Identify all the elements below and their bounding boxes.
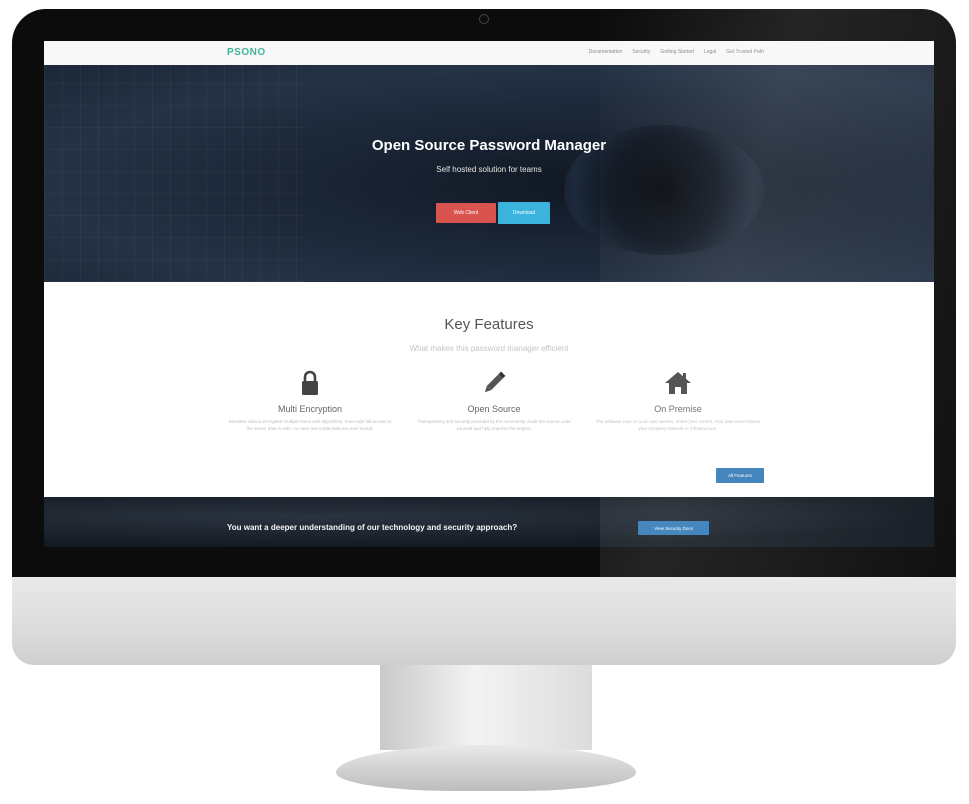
download-button[interactable]: Download: [498, 202, 550, 224]
nav-item-legal[interactable]: Legal: [704, 49, 716, 55]
security-docs-button[interactable]: View Security Docs: [638, 521, 709, 535]
features-title: Key Features: [444, 316, 534, 333]
lock-icon: [225, 368, 395, 398]
web-client-button[interactable]: Web Client: [436, 203, 496, 223]
hero-title: Open Source Password Manager: [371, 137, 607, 154]
features-subtitle: What makes this password manager efficie…: [409, 344, 569, 353]
nav-item-getting-started[interactable]: Getting Started: [660, 49, 694, 55]
feature-description: The software runs on your own servers, u…: [595, 419, 761, 431]
nav-item-security[interactable]: Security: [632, 49, 650, 55]
feature-multi-encryption: Multi Encryption Sensitive data is encry…: [225, 368, 395, 432]
feature-description: Transparency and security provided by th…: [417, 419, 571, 431]
hero-section: Open Source Password Manager Self hosted…: [44, 65, 934, 282]
cta-text: You want a deeper understanding of our t…: [227, 523, 518, 532]
all-features-button[interactable]: All Features: [716, 468, 764, 483]
feature-name: Open Source: [467, 404, 521, 414]
cta-section: You want a deeper understanding of our t…: [44, 497, 934, 547]
hero-subtitle: Self hosted solution for teams: [436, 165, 542, 174]
features-section: Key Features What makes this password ma…: [44, 282, 934, 497]
feature-name: Multi Encryption: [277, 404, 343, 414]
camera-icon: [479, 14, 489, 24]
home-icon: [593, 368, 763, 398]
feature-on-premise: On Premise The software runs on your own…: [593, 368, 763, 432]
nav-item-get-trusted-path[interactable]: Get Trusted Path: [726, 49, 764, 55]
screen: PSONO Documentation Security Getting Sta…: [44, 41, 934, 547]
feature-open-source: Open Source Transparency and security pr…: [409, 368, 579, 432]
monitor-stand-foot: [336, 745, 636, 791]
nav-links: Documentation Security Getting Started L…: [589, 49, 764, 55]
logo[interactable]: PSONO: [227, 47, 266, 58]
navbar: PSONO Documentation Security Getting Sta…: [44, 41, 934, 66]
monitor-stand-neck: [380, 665, 592, 750]
monitor-chin: [12, 577, 956, 665]
feature-description: Sensitive data is encrypted multiple tim…: [228, 419, 392, 431]
nav-item-documentation[interactable]: Documentation: [589, 49, 623, 55]
feature-name: On Premise: [654, 404, 702, 414]
pencil-icon: [409, 368, 579, 398]
